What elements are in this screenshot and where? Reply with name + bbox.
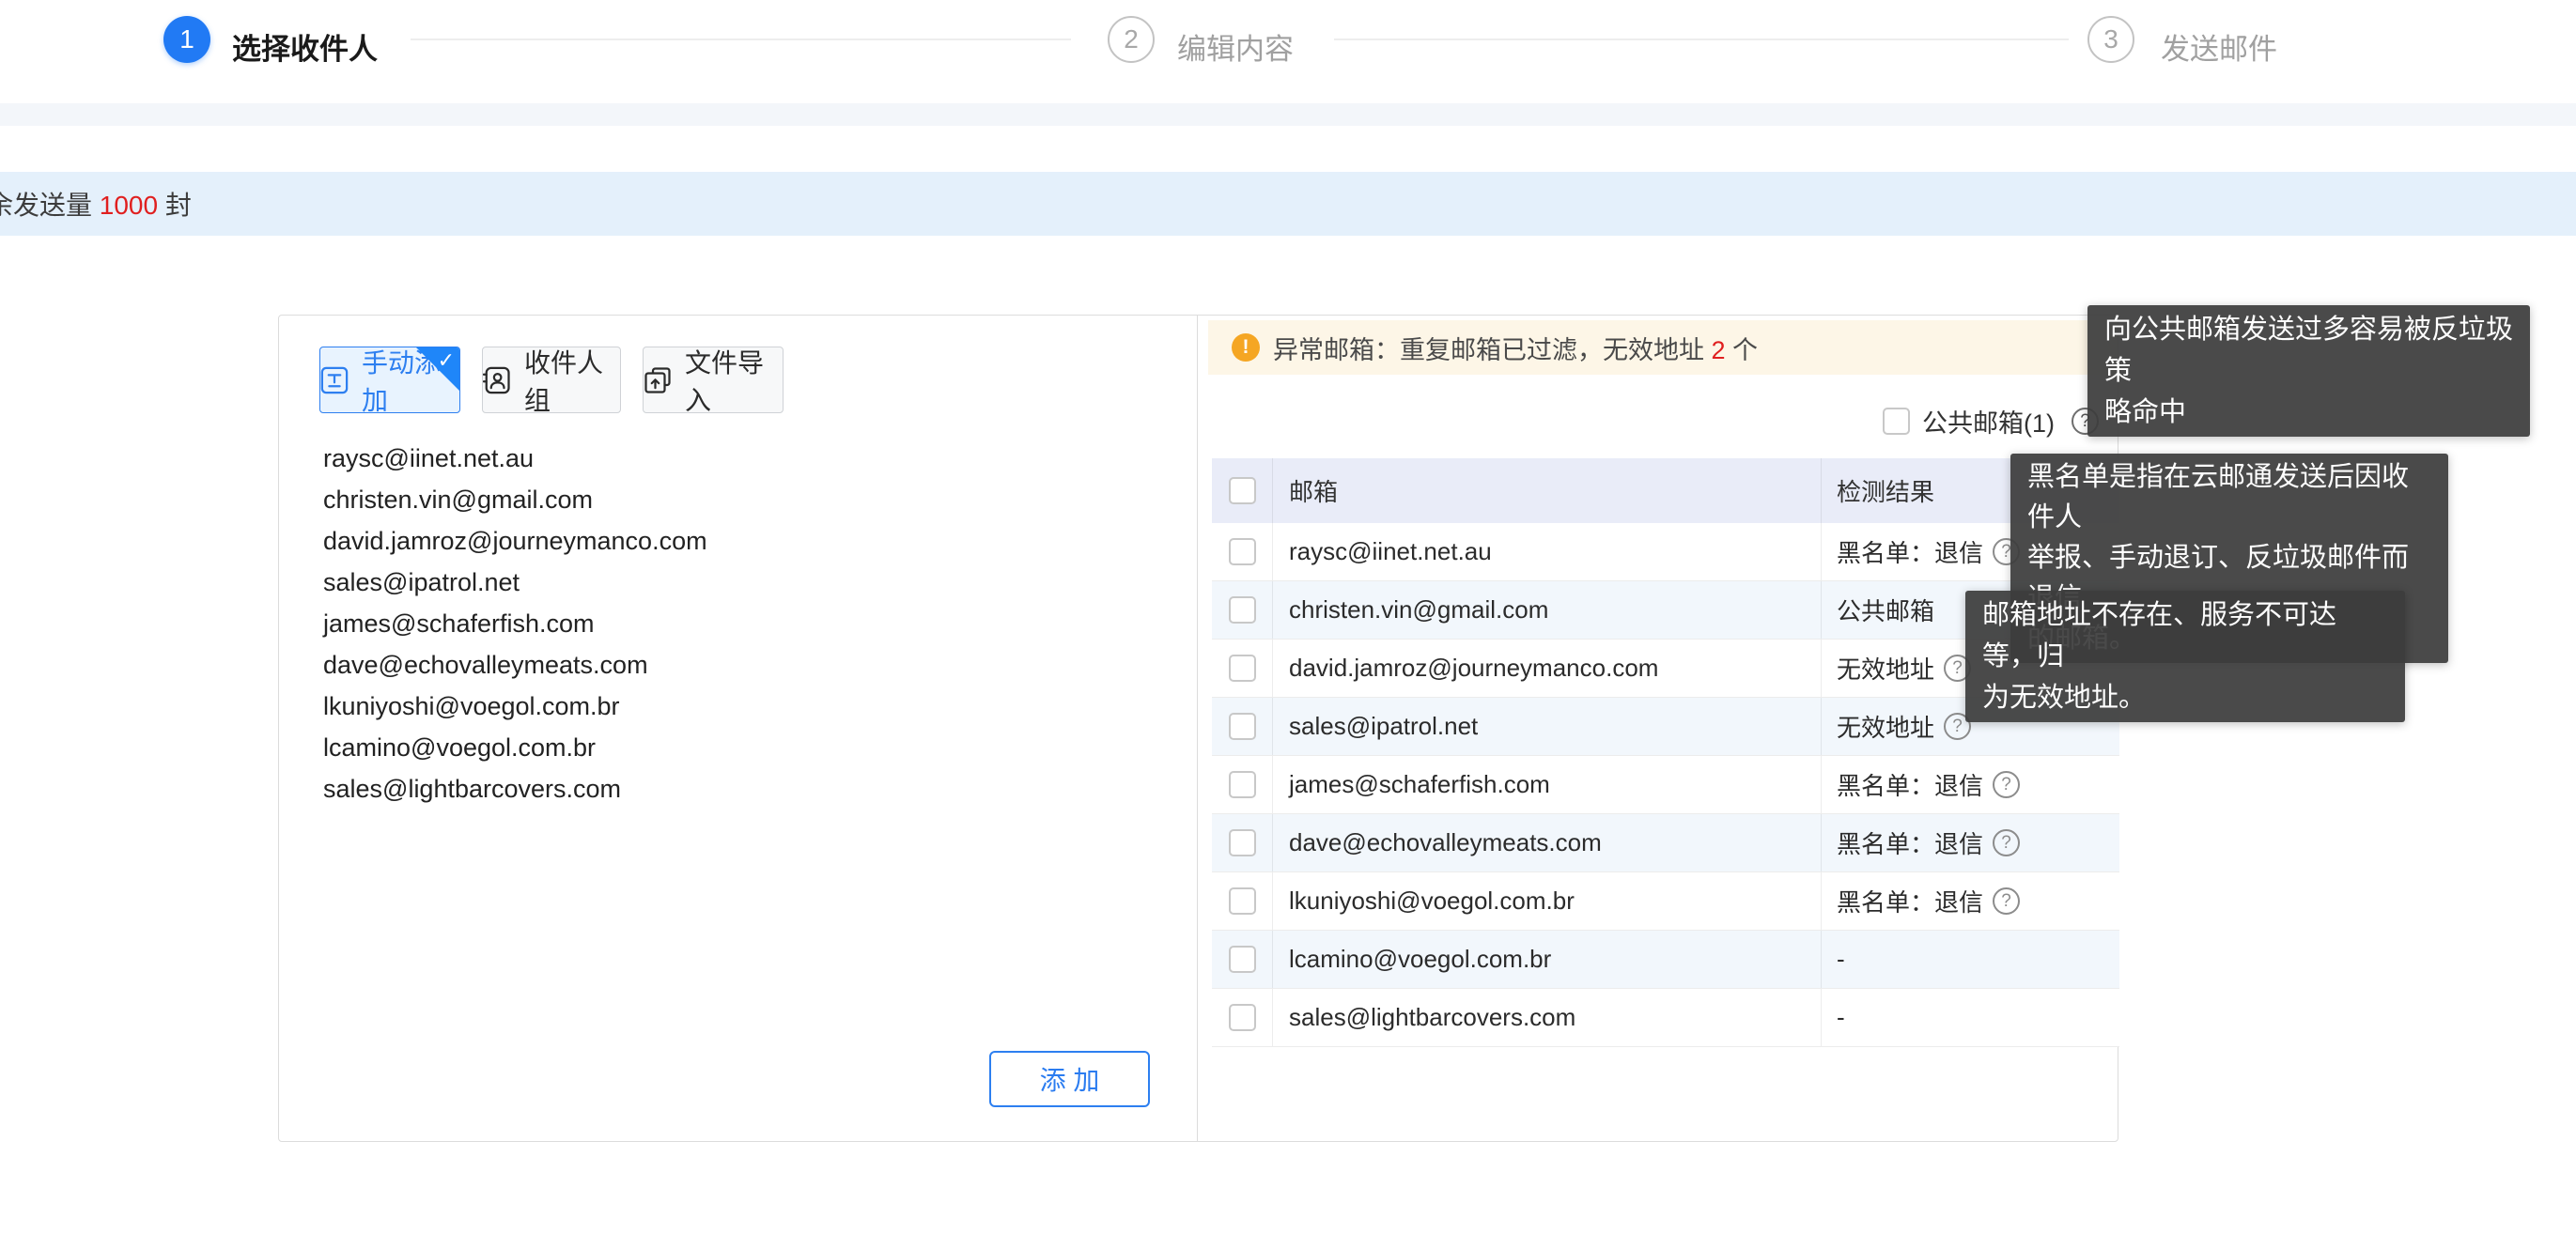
panel-divider — [1197, 316, 1198, 1141]
row-checkbox[interactable] — [1229, 713, 1256, 740]
table-row: james@schaferfish.com 黑名单：退信? — [1212, 756, 2119, 814]
step-3-circle[interactable]: 3 — [2087, 16, 2134, 63]
result-help-icon[interactable]: ? — [1993, 887, 2020, 915]
step-connector — [1334, 39, 2069, 40]
detection-table: 邮箱 检测结果 raysc@iinet.net.au 黑名单：退信? chris… — [1212, 458, 2119, 1047]
row-result: 黑名单：退信 — [1837, 884, 1983, 918]
public-mailbox-label: 公共邮箱(1) — [1922, 403, 2055, 439]
send-quota-banner: 余发送量 1000 封 — [0, 172, 2576, 236]
result-help-icon[interactable]: ? — [1993, 771, 2020, 798]
recipient-entry: james@schaferfish.com — [323, 603, 1150, 644]
section-divider-band — [0, 103, 2576, 126]
row-email: dave@echovalleymeats.com — [1272, 814, 1821, 871]
table-row: lcamino@voegol.com.br - — [1212, 931, 2119, 989]
step-1-label: 选择收件人 — [232, 25, 378, 68]
row-email: christen.vin@gmail.com — [1272, 581, 1821, 639]
warning-icon: ! — [1232, 333, 1260, 362]
check-icon: ✓ — [438, 348, 455, 373]
tab-manual-add[interactable]: 手动添加 ✓ — [319, 347, 460, 413]
row-result: 黑名单：退信 — [1837, 825, 1983, 860]
warning-text: 异常邮箱：重复邮箱已过滤，无效地址 2 个 — [1273, 330, 1758, 366]
row-checkbox[interactable] — [1229, 596, 1256, 624]
row-result: 黑名单：退信 — [1837, 767, 1983, 802]
select-all-checkbox[interactable] — [1229, 477, 1256, 504]
recipient-entry: dave@echovalleymeats.com — [323, 644, 1150, 686]
add-button[interactable]: 添 加 — [989, 1051, 1150, 1107]
recipient-entry: sales@ipatrol.net — [323, 562, 1150, 603]
row-email: lkuniyoshi@voegol.com.br — [1272, 872, 1821, 930]
step-connector — [411, 39, 1071, 40]
column-header-email: 邮箱 — [1272, 458, 1821, 523]
table-row: lkuniyoshi@voegol.com.br 黑名单：退信? — [1212, 872, 2119, 931]
manual-add-icon — [320, 366, 349, 394]
table-row: raysc@iinet.net.au 黑名单：退信? — [1212, 523, 2119, 581]
public-mailbox-filter: 公共邮箱(1) ? — [1883, 403, 2099, 439]
recipient-group-icon — [483, 366, 511, 394]
row-result: 公共邮箱 — [1837, 593, 1934, 627]
tab-label: 收件人组 — [524, 343, 620, 418]
row-checkbox[interactable] — [1229, 946, 1256, 973]
file-import-icon — [644, 366, 672, 394]
recipient-entry: david.jamroz@journeymanco.com — [323, 520, 1150, 562]
table-row: dave@echovalleymeats.com 黑名单：退信? — [1212, 814, 2119, 872]
row-email: james@schaferfish.com — [1272, 756, 1821, 813]
quota-amount: 1000 — [100, 191, 158, 220]
row-result: - — [1837, 945, 1845, 974]
result-help-icon[interactable]: ? — [1993, 829, 2020, 856]
row-email: david.jamroz@journeymanco.com — [1272, 640, 1821, 697]
step-1-circle[interactable]: 1 — [163, 16, 210, 63]
row-result: 无效地址 — [1837, 709, 1934, 744]
recipient-entry: lkuniyoshi@voegol.com.br — [323, 686, 1150, 727]
tab-recipient-group[interactable]: 收件人组 — [482, 347, 621, 413]
step-wizard: 1 选择收件人 2 编辑内容 3 发送邮件 — [0, 0, 2576, 103]
recipient-entry: sales@lightbarcovers.com — [323, 768, 1150, 810]
row-checkbox[interactable] — [1229, 1004, 1256, 1031]
row-result: - — [1837, 1003, 1845, 1032]
recipient-entry: lcamino@voegol.com.br — [323, 727, 1150, 768]
row-email: lcamino@voegol.com.br — [1272, 931, 1821, 988]
abnormal-mailbox-warning: ! 异常邮箱：重复邮箱已过滤，无效地址 2 个 — [1208, 320, 2118, 375]
row-email: sales@ipatrol.net — [1272, 698, 1821, 755]
table-row: sales@lightbarcovers.com - — [1212, 989, 2119, 1047]
tooltip-invalid-address: 邮箱地址不存在、服务不可达等，归 为无效地址。 — [1965, 591, 2405, 722]
row-checkbox[interactable] — [1229, 887, 1256, 915]
row-checkbox[interactable] — [1229, 829, 1256, 856]
row-checkbox[interactable] — [1229, 538, 1256, 565]
row-checkbox[interactable] — [1229, 655, 1256, 682]
row-checkbox[interactable] — [1229, 771, 1256, 798]
public-mailbox-checkbox[interactable] — [1883, 408, 1910, 435]
row-email: sales@lightbarcovers.com — [1272, 989, 1821, 1046]
recipient-selection-card: 手动添加 ✓ 收件人组 文件导入 raysc@iinet.net.au chri — [278, 315, 2118, 1142]
recipient-input-area[interactable]: raysc@iinet.net.au christen.vin@gmail.co… — [323, 438, 1150, 810]
tooltip-public-mailbox: 向公共邮箱发送过多容易被反垃圾策 略命中 — [2087, 305, 2530, 437]
quota-text: 余发送量 1000 封 — [0, 185, 192, 223]
row-email: raysc@iinet.net.au — [1272, 523, 1821, 580]
row-result: 黑名单：退信 — [1837, 534, 1983, 569]
recipient-entry: christen.vin@gmail.com — [323, 479, 1150, 520]
step-2-circle[interactable]: 2 — [1108, 16, 1155, 63]
tab-label: 文件导入 — [685, 343, 783, 418]
tab-file-import[interactable]: 文件导入 — [643, 347, 784, 413]
step-3-label: 发送邮件 — [2161, 25, 2277, 68]
invalid-count: 2 — [1712, 336, 1726, 364]
table-header-row: 邮箱 检测结果 — [1212, 458, 2119, 523]
row-result: 无效地址 — [1837, 651, 1934, 686]
recipient-entry: raysc@iinet.net.au — [323, 438, 1150, 479]
step-2-label: 编辑内容 — [1177, 25, 1294, 68]
